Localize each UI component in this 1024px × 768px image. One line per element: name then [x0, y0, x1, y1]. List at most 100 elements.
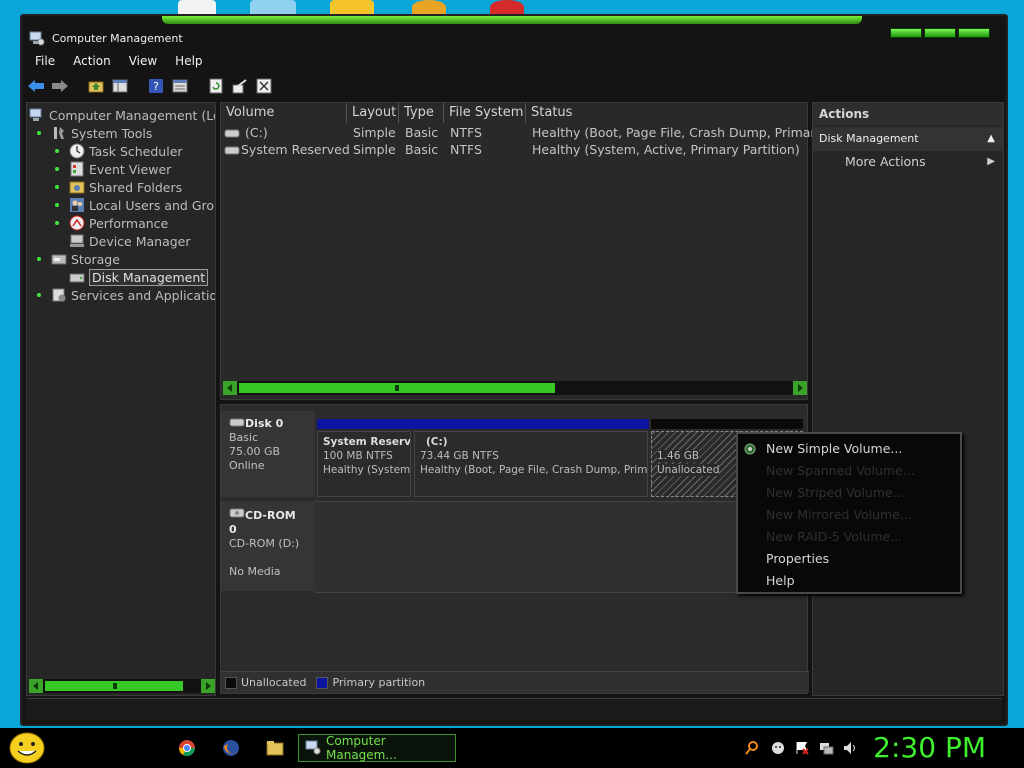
tree-label: System Tools — [71, 125, 153, 141]
cdrom-0-label[interactable]: CD-ROM 0 CD-ROM (D:) No Media — [221, 501, 315, 591]
volume-horizontal-scrollbar[interactable] — [223, 381, 807, 395]
menu-new-raid5-volume[interactable]: New RAID-5 Volume... — [766, 529, 902, 544]
storage-icon — [51, 251, 67, 267]
task-label: Computer Managem... — [326, 734, 397, 762]
section-label: Disk Management — [819, 132, 919, 145]
partition-name: System Reserv — [323, 436, 411, 448]
firefox-icon[interactable] — [222, 739, 240, 760]
desktop-icon-partial — [330, 0, 374, 14]
actions-section-disk-management[interactable]: Disk Management ▲ — [813, 127, 1003, 151]
window-title: Computer Management — [52, 32, 183, 45]
desktop-icon-partial — [250, 0, 296, 14]
tree-item-root[interactable]: Computer Management (Loc — [29, 106, 215, 124]
tree-item-local-users[interactable]: Local Users and Grou — [69, 196, 215, 214]
refresh-icon[interactable] — [206, 76, 226, 96]
tools-icon — [51, 125, 67, 141]
expander-bullet[interactable] — [55, 149, 59, 153]
menu-file[interactable]: File — [26, 52, 64, 72]
column-header-status[interactable]: Status — [526, 103, 808, 123]
menu-help[interactable]: Help — [166, 52, 211, 72]
partition-c[interactable]: (C:) 73.44 GB NTFS Healthy (Boot, Page F… — [414, 431, 648, 497]
maximize-button[interactable] — [924, 28, 956, 38]
menu-properties[interactable]: Properties — [766, 551, 829, 566]
menu-action[interactable]: Action — [64, 52, 120, 72]
expander-bullet[interactable] — [55, 203, 59, 207]
legend-swatch-primary — [316, 676, 329, 689]
table-row[interactable]: System Reserved Simple Basic NTFS Health… — [221, 142, 807, 159]
show-hide-tree-icon[interactable] — [110, 76, 130, 96]
up-folder-icon[interactable] — [86, 76, 106, 96]
tree-item-device-manager[interactable]: Device Manager — [69, 232, 215, 250]
tree-label: Performance — [89, 215, 169, 231]
menu-view[interactable]: View — [120, 52, 166, 72]
taskbar-computer-management[interactable]: Computer Managem... — [298, 734, 456, 762]
column-header-file-system[interactable]: File System — [444, 103, 526, 123]
drive-icon — [224, 127, 240, 142]
disk-size: 75.00 GB — [229, 445, 281, 458]
drive-icon — [224, 144, 240, 159]
legend-unallocated: Unallocated — [241, 676, 307, 689]
tree-item-disk-management[interactable]: Disk Management — [69, 268, 215, 286]
help-icon[interactable]: ? — [146, 76, 166, 96]
expander-bullet[interactable] — [37, 131, 41, 135]
close-button[interactable] — [958, 28, 990, 38]
tree-item-system-tools[interactable]: System Tools — [51, 124, 215, 142]
tree-item-task-scheduler[interactable]: Task Scheduler — [69, 142, 215, 160]
tree-item-services[interactable]: Services and Application: — [51, 286, 215, 304]
computer-management-icon — [29, 30, 45, 46]
menu-new-simple-volume[interactable]: New Simple Volume... — [766, 441, 902, 456]
cdrom-icon — [229, 508, 245, 522]
flag-icon[interactable] — [794, 740, 810, 756]
taskbar: Computer Managem... 2:30 PM — [0, 728, 1024, 768]
more-actions-item[interactable]: More Actions ▶ — [813, 151, 1003, 173]
volume-name: System Reserved — [241, 142, 350, 157]
performance-icon — [69, 215, 85, 231]
clock[interactable]: 2:30 PM — [873, 731, 986, 764]
tree-horizontal-scrollbar[interactable] — [29, 679, 215, 693]
column-header-layout[interactable]: Layout — [347, 103, 399, 123]
volume-icon[interactable] — [842, 740, 858, 756]
menu-new-striped-volume[interactable]: New Striped Volume... — [766, 485, 905, 500]
tree-item-storage[interactable]: Storage — [51, 250, 215, 268]
partition-system-reserved[interactable]: System Reserv 100 MB NTFS Healthy (Syste… — [317, 431, 411, 497]
menu-help[interactable]: Help — [766, 573, 795, 588]
chrome-icon[interactable] — [178, 739, 196, 760]
tree-item-performance[interactable]: Performance — [69, 214, 215, 232]
context-menu: New Simple Volume... New Spanned Volume.… — [736, 432, 962, 594]
network-icon[interactable] — [818, 740, 834, 756]
messenger-icon[interactable] — [770, 740, 786, 756]
partition-size: 100 MB NTFS — [323, 450, 393, 462]
disk-graphical-view: Disk 0 Basic 75.00 GB Online System Rese… — [220, 404, 809, 694]
export-icon[interactable] — [230, 76, 250, 96]
disk-management-icon — [69, 269, 85, 285]
properties-icon[interactable] — [254, 76, 274, 96]
menu-new-spanned-volume[interactable]: New Spanned Volume... — [766, 463, 915, 478]
disk-name: Disk 0 — [245, 417, 284, 430]
menu-new-mirrored-volume[interactable]: New Mirrored Volume... — [766, 507, 912, 522]
back-icon[interactable] — [26, 76, 46, 96]
tree-item-event-viewer[interactable]: Event Viewer — [69, 160, 215, 178]
disk-type: Basic — [229, 431, 259, 444]
details-icon[interactable] — [170, 76, 190, 96]
column-header-volume[interactable]: Volume — [221, 103, 347, 123]
expander-bullet[interactable] — [37, 257, 41, 261]
disk-0-label[interactable]: Disk 0 Basic 75.00 GB Online — [221, 411, 315, 497]
table-row[interactable]: (C:) Simple Basic NTFS Healthy (Boot, Pa… — [221, 125, 823, 142]
cdrom-type: CD-ROM (D:) — [229, 537, 300, 550]
start-button[interactable] — [8, 731, 46, 765]
legend: Unallocated Primary partition — [221, 671, 809, 693]
collapse-arrow-icon[interactable]: ▲ — [987, 127, 995, 151]
folder-icon[interactable] — [266, 739, 284, 760]
expander-bullet[interactable] — [55, 221, 59, 225]
search-icon[interactable] — [744, 740, 760, 756]
column-header-type[interactable]: Type — [399, 103, 444, 123]
expander-bullet[interactable] — [37, 293, 41, 297]
expander-bullet[interactable] — [55, 167, 59, 171]
title-bar[interactable]: Computer Management — [22, 26, 1006, 52]
cdrom-media: No Media — [229, 565, 281, 578]
minimize-button[interactable] — [890, 28, 922, 38]
forward-icon[interactable] — [50, 76, 70, 96]
expander-bullet[interactable] — [55, 185, 59, 189]
tree-item-shared-folders[interactable]: Shared Folders — [69, 178, 215, 196]
actions-pane: Actions Disk Management ▲ More Actions ▶ — [812, 102, 1004, 696]
